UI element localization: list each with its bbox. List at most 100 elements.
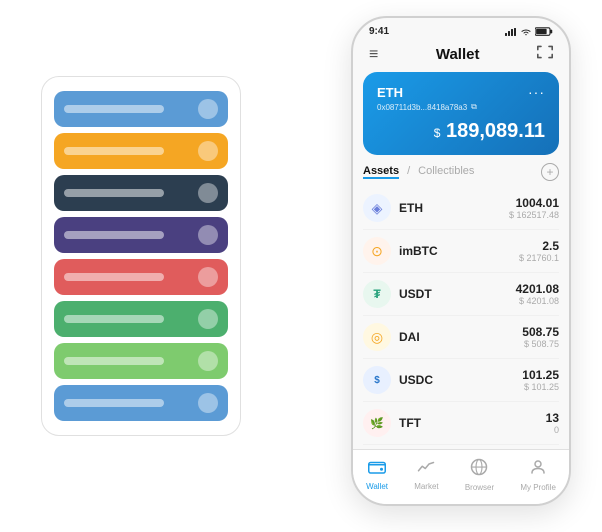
menu-icon[interactable]: ≡ — [369, 46, 378, 64]
card-icon — [198, 309, 218, 329]
asset-name: USDC — [399, 373, 522, 387]
card-icon — [198, 141, 218, 161]
wallet-nav-icon — [368, 459, 386, 480]
dai-icon: ◎ — [363, 323, 391, 351]
list-item — [54, 385, 228, 421]
asset-usd: $ 101.25 — [522, 382, 559, 392]
card-label — [64, 273, 164, 281]
asset-name: DAI — [399, 330, 522, 344]
usdt-icon: ₮ — [363, 280, 391, 308]
market-nav-label: Market — [414, 482, 438, 491]
asset-amount: 4201.08 — [516, 282, 559, 296]
table-row[interactable]: ◈ ETH 1004.01 $ 162517.48 — [363, 187, 559, 230]
status-time: 9:41 — [369, 26, 389, 37]
list-item — [54, 133, 228, 169]
nav-market[interactable]: Market — [414, 459, 438, 491]
eth-address: 0x08711d3b...8418a78a3 ⧉ — [377, 102, 545, 112]
asset-list: ◈ ETH 1004.01 $ 162517.48 ⊙ imBTC 2.5 $ … — [353, 187, 569, 449]
wifi-icon — [520, 28, 532, 36]
market-nav-icon — [417, 459, 435, 480]
profile-nav-label: My Profile — [520, 483, 556, 492]
nav-browser[interactable]: Browser — [465, 458, 494, 492]
tft-icon: 🌿 — [363, 409, 391, 437]
list-item — [54, 259, 228, 295]
asset-usd: $ 508.75 — [522, 339, 559, 349]
tab-assets[interactable]: Assets — [363, 165, 399, 179]
asset-amount: 1004.01 — [509, 196, 559, 210]
usdc-icon: $ — [363, 366, 391, 394]
profile-nav-icon — [529, 458, 547, 481]
add-asset-button[interactable]: + — [541, 163, 559, 181]
table-row[interactable]: 🌿 TFT 13 0 — [363, 402, 559, 445]
copy-icon[interactable]: ⧉ — [471, 102, 477, 112]
asset-usd: 0 — [546, 425, 559, 435]
status-bar: 9:41 — [353, 18, 569, 41]
card-label — [64, 315, 164, 323]
page-title: Wallet — [436, 46, 480, 63]
wallet-svg — [368, 459, 386, 475]
profile-svg — [529, 458, 547, 476]
asset-values: 1004.01 $ 162517.48 — [509, 196, 559, 220]
card-icon — [198, 99, 218, 119]
eth-currency-label: ETH — [377, 85, 403, 100]
card-icon — [198, 225, 218, 245]
card-icon — [198, 393, 218, 413]
card-label — [64, 231, 164, 239]
asset-usd: $ 21760.1 — [519, 253, 559, 263]
battery-icon — [535, 27, 553, 36]
nav-profile[interactable]: My Profile — [520, 458, 556, 492]
asset-values: 4201.08 $ 4201.08 — [516, 282, 559, 306]
asset-name: TFT — [399, 416, 546, 430]
asset-values: 101.25 $ 101.25 — [522, 368, 559, 392]
list-item — [54, 217, 228, 253]
eth-balance-card[interactable]: ETH ··· 0x08711d3b...8418a78a3 ⧉ $ 189,0… — [363, 72, 559, 155]
nav-wallet[interactable]: Wallet — [366, 459, 388, 491]
table-row[interactable]: ⊙ imBTC 2.5 $ 21760.1 — [363, 230, 559, 273]
table-row[interactable]: ◎ DAI 508.75 $ 508.75 — [363, 316, 559, 359]
expand-svg — [537, 45, 553, 59]
card-label — [64, 105, 164, 113]
eth-icon: ◈ — [363, 194, 391, 222]
card-icon — [198, 267, 218, 287]
scene: 9:41 — [21, 16, 581, 516]
table-row[interactable]: ₮ USDT 4201.08 $ 4201.08 — [363, 273, 559, 316]
imbtc-icon: ⊙ — [363, 237, 391, 265]
table-row[interactable]: $ USDC 101.25 $ 101.25 — [363, 359, 559, 402]
tabs-left: Assets / Collectibles — [363, 165, 474, 179]
phone-frame: 9:41 — [351, 16, 571, 506]
asset-amount: 508.75 — [522, 325, 559, 339]
eth-card-header: ETH ··· — [377, 84, 545, 100]
list-item — [54, 301, 228, 337]
asset-amount: 2.5 — [519, 239, 559, 253]
card-label — [64, 147, 164, 155]
asset-tabs: Assets / Collectibles + — [353, 163, 569, 187]
eth-balance-amount: $ 189,089.11 — [377, 120, 545, 143]
phone-header: ≡ Wallet — [353, 41, 569, 72]
bottom-navigation: Wallet Market Browser — [353, 449, 569, 504]
asset-values: 2.5 $ 21760.1 — [519, 239, 559, 263]
asset-amount: 101.25 — [522, 368, 559, 382]
card-label — [64, 189, 164, 197]
browser-nav-icon — [470, 458, 488, 481]
wallet-nav-label: Wallet — [366, 482, 388, 491]
tab-collectibles[interactable]: Collectibles — [418, 165, 474, 179]
tab-separator: / — [407, 165, 410, 179]
list-item — [54, 91, 228, 127]
asset-name: ETH — [399, 201, 509, 215]
card-stack — [41, 76, 241, 436]
asset-name: USDT — [399, 287, 516, 301]
signal-icon — [505, 28, 517, 36]
expand-icon[interactable] — [537, 45, 553, 64]
status-icons — [505, 27, 553, 36]
asset-values: 13 0 — [546, 411, 559, 435]
card-icon — [198, 351, 218, 371]
eth-more-button[interactable]: ··· — [528, 84, 545, 100]
card-label — [64, 399, 164, 407]
list-item — [54, 175, 228, 211]
card-icon — [198, 183, 218, 203]
market-svg — [417, 459, 435, 475]
asset-usd: $ 162517.48 — [509, 210, 559, 220]
asset-amount: 13 — [546, 411, 559, 425]
list-item — [54, 343, 228, 379]
asset-usd: $ 4201.08 — [516, 296, 559, 306]
